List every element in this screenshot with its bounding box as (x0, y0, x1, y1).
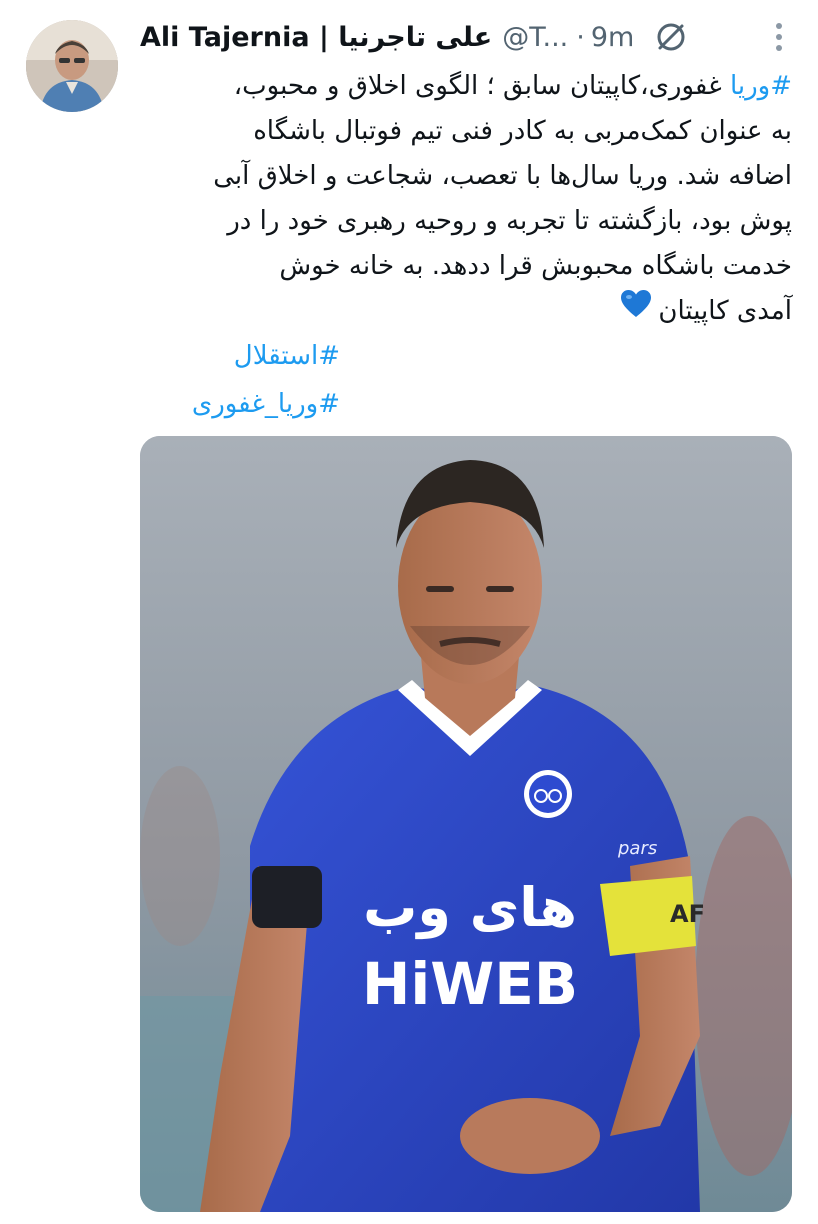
hashtag-link-esteghlal[interactable]: #استقلال (140, 332, 340, 380)
tweet-time[interactable]: 9m (591, 22, 634, 53)
tweet-text-line-2: به عنوان کمک‌مربی به کادر فنی تیم فوتبال… (253, 116, 792, 146)
author-handle[interactable]: @T... (502, 22, 568, 53)
jersey-sponsor-latin: HiWEB (362, 950, 578, 1018)
hashtag-link-voria-ghafouri[interactable]: #وریا_غفوری (140, 380, 340, 428)
jersey-sponsor-persian: های وب (363, 876, 577, 939)
tweet-card[interactable]: Ali Tajernia | علی تاجرنیا @T... · 9m #و… (0, 0, 818, 1224)
jersey-side-text: pars (617, 838, 657, 859)
tweet-text-line-3: اضافه شد. وریا سال‌ها با تعصب، شجاعت و ا… (213, 161, 792, 191)
tweet-text-line-4: پوش بود، بازگشته تا تجربه و روحیه رهبری … (227, 206, 792, 236)
muted-conversation-icon[interactable] (654, 20, 688, 54)
hashtag-link[interactable]: #وریا (730, 71, 792, 101)
tweet-text-line-6: آمدی کاپیتان (140, 289, 792, 334)
author-avatar[interactable] (26, 20, 118, 112)
armband-text: AF (670, 900, 705, 928)
more-options-icon[interactable] (774, 20, 784, 54)
tweet-header: Ali Tajernia | علی تاجرنیا @T... · 9m (140, 14, 784, 60)
hashtag-list: #استقلال #وریا_غفوری (140, 332, 340, 428)
separator-dot: · (576, 21, 585, 53)
tweet-text: #وریا غفوری،کاپیتان سابق ؛ الگوی اخلاق و… (140, 64, 792, 334)
author-name[interactable]: Ali Tajernia | علی تاجرنیا (140, 22, 492, 53)
tweet-text-fragment: آمدی کاپیتان (658, 296, 792, 326)
tweet-media-photo[interactable]: AF pars های وب HiWEB (140, 436, 792, 1212)
tweet-text-line-1: #وریا غفوری،کاپیتان سابق ؛ الگوی اخلاق و… (140, 64, 792, 109)
blue-heart-icon (620, 289, 652, 334)
tweet-text-line-5: خدمت باشگاه محبوبش قرا ددهد. به خانه خوش (279, 251, 792, 281)
tweet-text-fragment: غفوری،کاپیتان سابق ؛ الگوی اخلاق و محبوب… (233, 71, 730, 101)
